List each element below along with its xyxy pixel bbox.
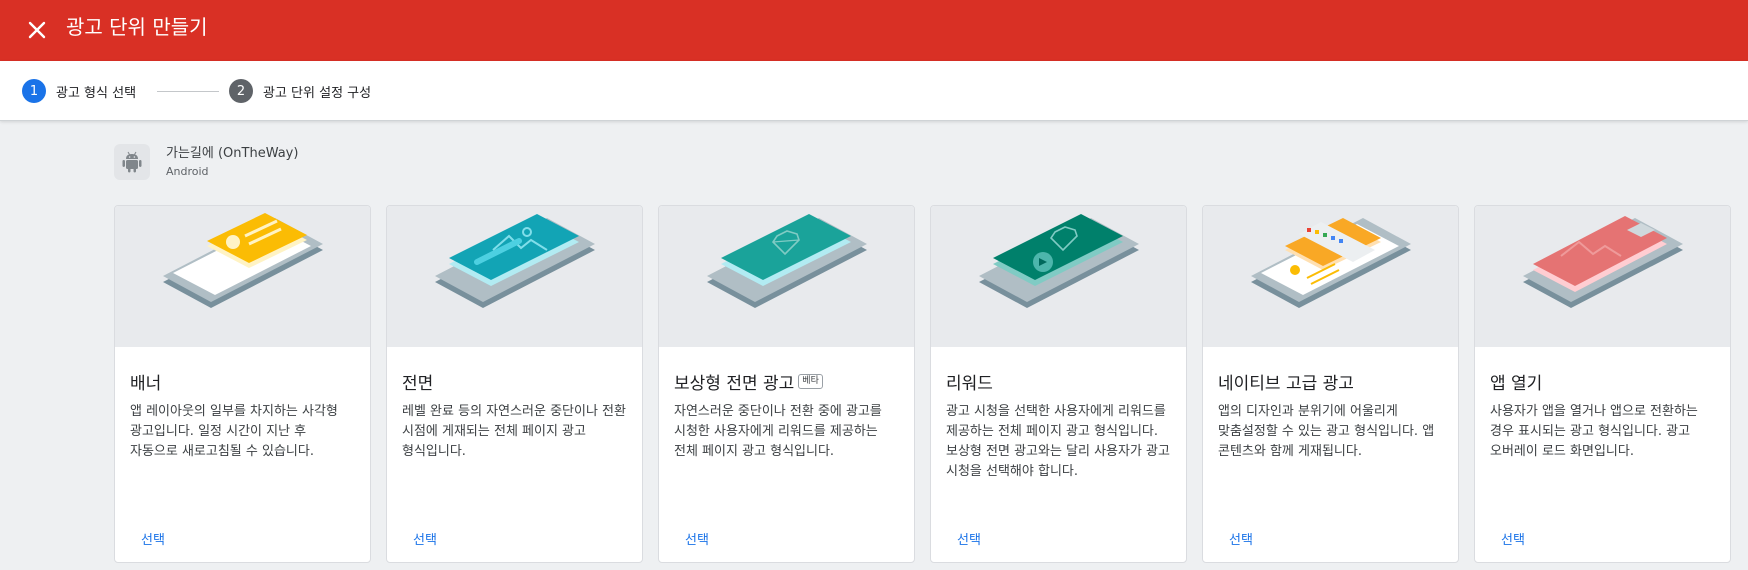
banner-illustration-icon <box>115 206 370 347</box>
top-app-bar: 광고 단위 만들기 <box>0 0 1748 61</box>
format-description-banner: 앱 레이아웃의 일부를 차지하는 사각형 광고입니다. 일정 시간이 지난 후 … <box>130 404 338 459</box>
format-description-interstitial: 레벨 완료 등의 자연스러운 중단이나 전환 시점에 게재되는 전체 페이지 광… <box>402 404 626 459</box>
format-title-rewarded: 리워드 <box>946 374 993 394</box>
select-button-interstitial[interactable]: 선택 <box>403 527 447 550</box>
format-title-interstitial: 전면 <box>402 374 434 394</box>
format-title-native-advanced: 네이티브 고급 광고 <box>1218 374 1354 394</box>
step-connector <box>157 91 219 92</box>
android-icon <box>114 144 150 180</box>
select-button-app-open[interactable]: 선택 <box>1491 527 1535 550</box>
select-button-banner[interactable]: 선택 <box>131 527 175 550</box>
step-label-1: 광고 형식 선택 <box>56 85 137 101</box>
native-illustration-icon <box>1203 206 1458 347</box>
format-title-rewarded-interstitial: 보상형 전면 광고 <box>674 374 795 394</box>
format-card-rewarded[interactable]: 리워드 광고 시청을 선택한 사용자에게 리워드를 제공하는 전체 페이지 광고… <box>930 205 1187 563</box>
step-label-2: 광고 단위 설정 구성 <box>263 85 372 101</box>
format-card-native-advanced[interactable]: 네이티브 고급 광고 앱의 디자인과 분위기에 어울리게 맞춤설정할 수 있는 … <box>1202 205 1459 563</box>
format-card-rewarded-interstitial[interactable]: 보상형 전면 광고 베타 자연스러운 중단이나 전환 중에 광고를 시청한 사용… <box>658 205 915 563</box>
close-icon[interactable] <box>22 15 52 45</box>
format-description-rewarded-interstitial: 자연스러운 중단이나 전환 중에 광고를 시청한 사용자에게 리워드를 제공하는… <box>674 404 882 459</box>
select-button-native-advanced[interactable]: 선택 <box>1219 527 1263 550</box>
page-title: 광고 단위 만들기 <box>66 15 208 39</box>
rewarded-illustration-icon <box>931 206 1186 347</box>
select-button-rewarded[interactable]: 선택 <box>947 527 991 550</box>
stepper: 1 광고 형식 선택 2 광고 단위 설정 구성 <box>0 61 1748 121</box>
format-description-app-open: 사용자가 앱을 열거나 앱으로 전환하는 경우 표시되는 광고 형식입니다. 광… <box>1490 404 1698 459</box>
format-card-interstitial[interactable]: 전면 레벨 완료 등의 자연스러운 중단이나 전환 시점에 게재되는 전체 페이… <box>386 205 643 563</box>
app-platform: Android <box>166 164 209 178</box>
format-description-native-advanced: 앱의 디자인과 분위기에 어울리게 맞춤설정할 수 있는 광고 형식입니다. 앱… <box>1218 404 1435 459</box>
step-number-1: 1 <box>22 79 46 103</box>
app-name: 가는길에 (OnTheWay) <box>166 145 299 161</box>
app-info: 가는길에 (OnTheWay) Android <box>114 143 298 181</box>
format-title-app-open: 앱 열기 <box>1490 374 1543 394</box>
step-select-format[interactable]: 1 광고 형식 선택 <box>22 79 136 103</box>
app-open-illustration-icon <box>1475 206 1730 347</box>
format-card-app-open[interactable]: 앱 열기 사용자가 앱을 열거나 앱으로 전환하는 경우 표시되는 광고 형식입… <box>1474 205 1731 563</box>
step-number-2: 2 <box>229 79 253 103</box>
step-configure-settings[interactable]: 2 광고 단위 설정 구성 <box>229 79 371 103</box>
interstitial-illustration-icon <box>387 206 642 347</box>
rewarded-interstitial-illustration-icon <box>659 206 914 347</box>
format-card-banner[interactable]: 배너 앱 레이아웃의 일부를 차지하는 사각형 광고입니다. 일정 시간이 지난… <box>114 205 371 563</box>
select-button-rewarded-interstitial[interactable]: 선택 <box>675 527 719 550</box>
format-title-banner: 배너 <box>130 374 162 394</box>
beta-badge: 베타 <box>798 374 823 389</box>
format-description-rewarded: 광고 시청을 선택한 사용자에게 리워드를 제공하는 전체 페이지 광고 형식입… <box>946 404 1170 479</box>
